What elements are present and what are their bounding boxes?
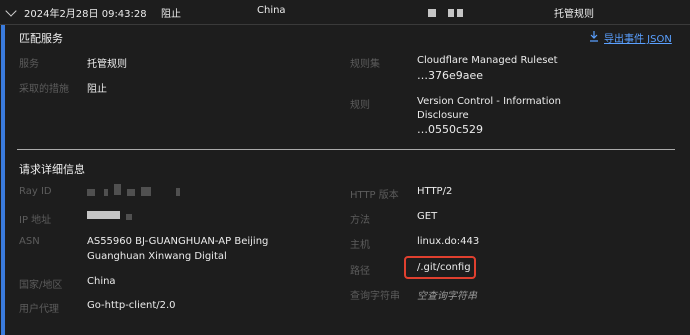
redacted-ip [428,9,436,17]
host-label: 主机 [350,240,370,251]
section-divider [17,149,675,150]
country-value: China [87,276,116,287]
action-label: 采取的措施 [19,84,69,95]
rayid-label: Ray ID [19,186,52,197]
method-value: GET [417,211,438,222]
user-agent-label: 用户代理 [19,304,59,315]
redacted-ip-address [126,214,132,220]
ruleset-id: …376e9aee [417,69,484,82]
export-json-link[interactable]: 导出事件 JSON [604,30,672,45]
expanded-accent-bar [1,25,5,335]
country-label: 国家/地区 [19,280,63,291]
event-row-header[interactable]: 2024年2月28日 09:43:28 阻止 China 托管规则 [0,0,690,24]
redacted-rayid [127,189,135,196]
service-value: 托管规则 [87,59,127,70]
redacted-rayid [104,189,108,196]
asn-line1: AS55960 BJ-GUANGHUAN-AP Beijing [87,236,269,247]
path-label: 路径 [350,266,370,277]
event-service: 托管规则 [554,9,594,20]
event-country: China [257,5,286,16]
chevron-down-icon[interactable] [5,5,17,17]
path-highlight-box [404,256,476,279]
redacted-ip [448,9,454,17]
ip-label: IP 地址 [19,215,52,226]
section-title-request-details: 请求详细信息 [19,163,85,176]
service-label: 服务 [19,59,39,70]
host-value: linux.do:443 [417,236,480,247]
redacted-rayid [87,189,95,196]
rule-label: 规则 [350,100,370,111]
method-label: 方法 [350,215,370,226]
redacted-rayid [141,187,151,196]
download-icon[interactable] [589,30,599,42]
rule-name-line1: Version Control - Information [417,96,561,107]
event-action: 阻止 [161,9,181,20]
user-agent-value: Go-http-client/2.0 [87,300,176,311]
http-version-value: HTTP/2 [417,186,453,197]
query-string-value: 空查询字符串 [417,291,477,302]
redacted-ip-address [87,211,120,219]
asn-label: ASN [19,236,40,247]
rule-name-line2: Disclosure [417,110,469,121]
event-timestamp: 2024年2月28日 09:43:28 [24,9,147,20]
query-string-label: 查询字符串 [350,291,400,302]
asn-line2: Guanghuan Xinwang Digital [87,251,227,262]
redacted-rayid [176,188,180,196]
ruleset-label: 规则集 [350,59,380,70]
http-version-label: HTTP 版本 [350,190,399,201]
redacted-ip [457,9,463,17]
header-divider [0,24,690,25]
rule-id: …0550c529 [417,123,484,136]
ruleset-name: Cloudflare Managed Ruleset [417,55,558,66]
redacted-rayid [114,184,121,195]
action-value: 阻止 [87,84,107,95]
section-title-match-service: 匹配服务 [19,32,63,45]
